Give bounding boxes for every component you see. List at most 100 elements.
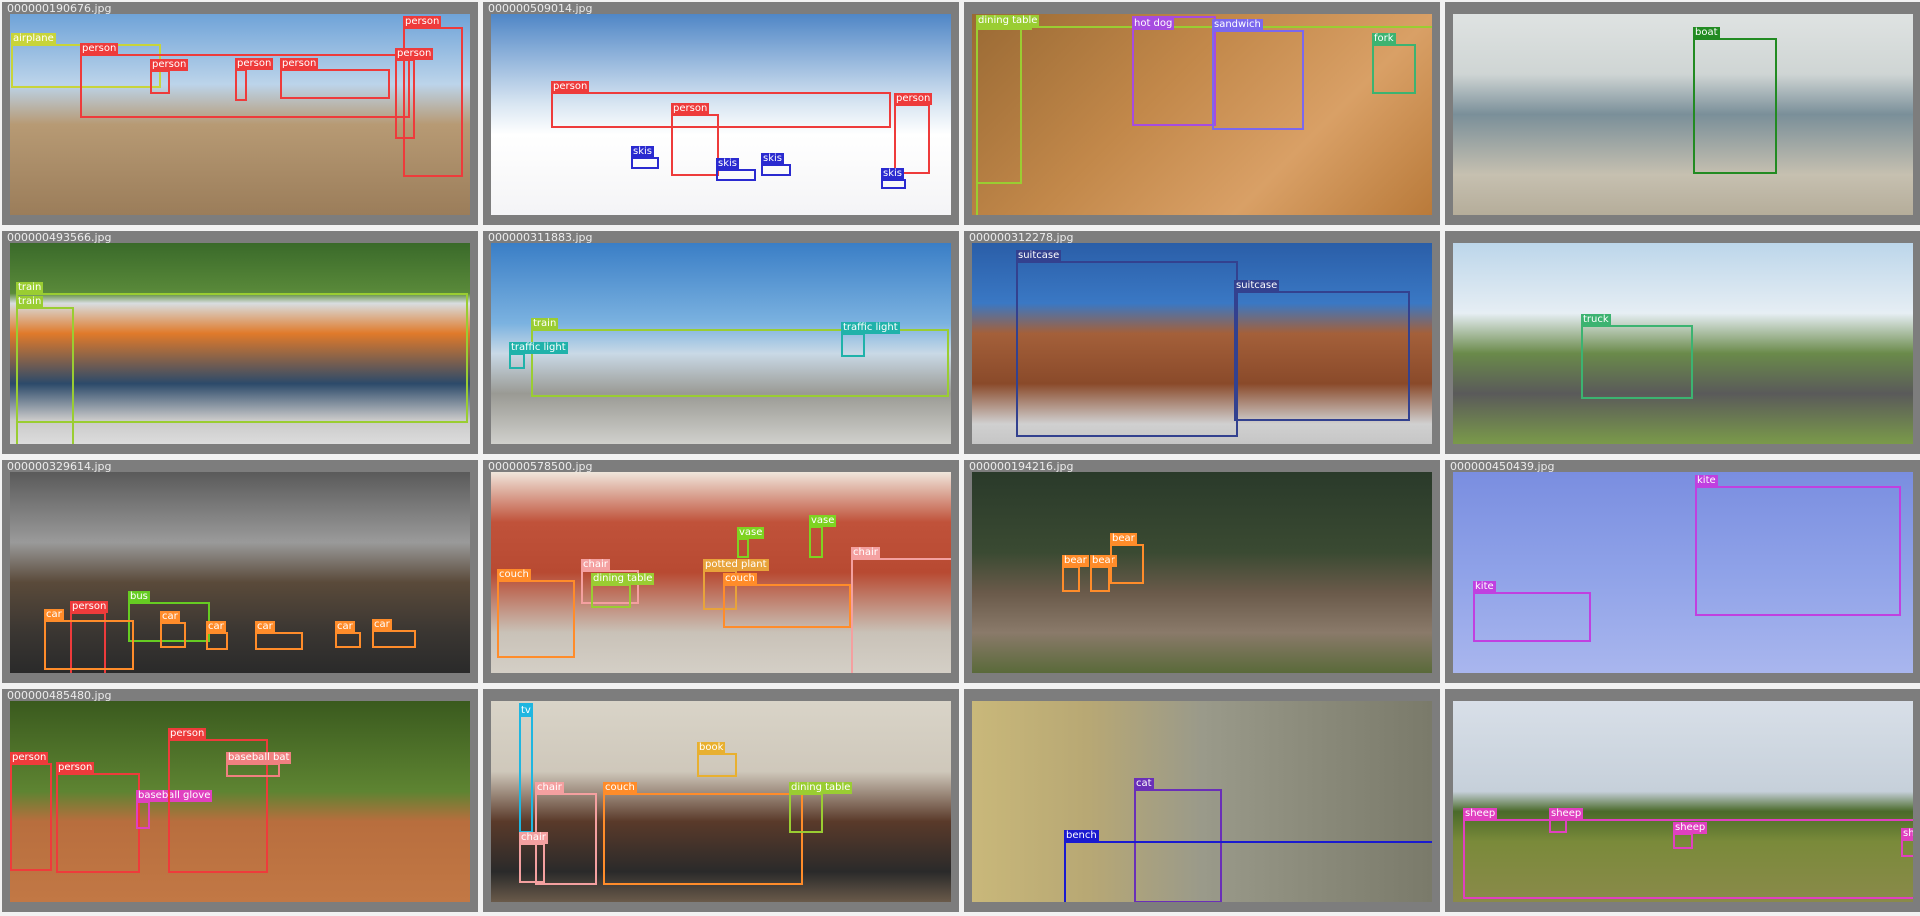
bounding-box: person	[280, 58, 390, 99]
image-preview: suitcase suitcase	[972, 243, 1432, 444]
box-label: car	[255, 621, 275, 633]
bounding-box: suitcase	[1016, 250, 1238, 437]
image-tile[interactable]: bear bear bear 000000194216.jpg	[964, 460, 1440, 683]
bounding-box: traffic light	[509, 342, 568, 369]
box-label: bench	[1064, 830, 1099, 842]
bounding-box: car	[255, 621, 303, 650]
image-preview: wine glassdining tablehot dogsandwichfor…	[972, 14, 1432, 215]
image-tile[interactable]: couch chair dining table vase vase potted pla…	[483, 460, 959, 683]
box-label: suitcase	[1234, 280, 1280, 292]
bounding-box: car	[372, 619, 416, 648]
bounding-box: vase	[809, 515, 837, 558]
box-label: vase	[809, 515, 837, 527]
bounding-box: dining table	[591, 573, 655, 608]
box-label: kite	[1695, 475, 1718, 487]
file-name: 000000312278.jpg	[969, 231, 1074, 244]
box-label: person	[280, 58, 319, 70]
bounding-box: boat	[1693, 27, 1777, 174]
box-label: person	[80, 43, 119, 55]
bounding-box: car	[206, 621, 228, 650]
box-label: train	[531, 318, 559, 330]
image-tile[interactable]: person person baseball glove person baseball…	[2, 689, 478, 912]
box-label: dining table	[976, 15, 1040, 27]
file-name: 000000194216.jpg	[969, 460, 1074, 473]
bounding-box: car	[160, 611, 186, 648]
file-name: 000000311883.jpg	[488, 231, 593, 244]
bounding-box: dining table	[789, 782, 853, 833]
image-tile[interactable]: sheep sheep sheep sheep	[1445, 689, 1920, 912]
image-tile[interactable]: airplane person person person person person pe…	[2, 2, 478, 225]
box-label: car	[160, 611, 180, 623]
image-tile[interactable]: truck	[1445, 231, 1920, 454]
box-label: car	[44, 609, 64, 621]
image-tile[interactable]: tv chair chair couch book dining table	[483, 689, 959, 912]
bounding-box: kite	[1473, 581, 1591, 642]
image-preview: airplane person person person person person pe…	[10, 14, 470, 215]
file-name: 000000509014.jpg	[488, 2, 593, 15]
file-name: 000000485480.jpg	[7, 689, 112, 702]
bounding-box: train	[531, 318, 949, 397]
box-label: couch	[497, 569, 531, 581]
box-label: car	[335, 621, 355, 633]
file-name: 000000329614.jpg	[7, 460, 112, 473]
box-label: chair	[519, 832, 548, 844]
image-tile[interactable]: boat	[1445, 2, 1920, 225]
box-label: person	[551, 81, 590, 93]
box-label: skis	[716, 158, 739, 170]
image-tile[interactable]: suitcase suitcase 000000312278.jpg	[964, 231, 1440, 454]
bounding-box: hot dog	[1132, 16, 1216, 126]
box-label: sandwich	[1212, 19, 1263, 31]
image-tile[interactable]: train traffic light traffic light 000000311…	[483, 231, 959, 454]
box-label: traffic light	[841, 322, 900, 334]
bounding-box: sheep	[1673, 822, 1708, 849]
image-preview: boat	[1453, 14, 1913, 215]
bounding-box: person	[671, 103, 719, 176]
image-preview: train traffic light traffic light	[491, 243, 951, 444]
file-name: 000000578500.jpg	[488, 460, 593, 473]
bounding-box: person	[150, 59, 189, 94]
image-tile[interactable]: bus person car car car car car car 000000329614.…	[2, 460, 478, 683]
bounding-box: couch	[497, 569, 575, 658]
image-tile[interactable]: train train 000000493566.jpg	[2, 231, 478, 454]
image-preview: bear bear bear	[972, 472, 1432, 673]
bounding-box: train	[16, 282, 468, 423]
image-preview: couch chair dining table vase vase potted pla…	[491, 472, 951, 673]
image-tile[interactable]: person person skis skis skis person skis 000000…	[483, 2, 959, 225]
box-label: train	[16, 282, 44, 294]
box-label: skis	[631, 146, 654, 158]
bounding-box: person	[235, 58, 274, 101]
box-label: bus	[128, 591, 150, 603]
image-tile[interactable]: kite kite 000000450439.jpg	[1445, 460, 1920, 683]
box-label: person	[70, 601, 109, 613]
image-preview: tv chair chair couch book dining table	[491, 701, 951, 902]
image-preview: person person baseball glove person baseball…	[10, 701, 470, 902]
box-label: boat	[1693, 27, 1720, 39]
bounding-box: baseball bat	[226, 752, 292, 777]
bounding-box: couch	[603, 782, 803, 885]
box-label: couch	[723, 573, 757, 585]
box-label: dining table	[591, 573, 655, 585]
detection-grid: airplane person person person person person pe…	[0, 0, 1920, 916]
box-label: fork	[1372, 33, 1396, 45]
image-tile[interactable]: cat bench	[964, 689, 1440, 912]
box-label: cat	[1134, 778, 1154, 790]
box-label: potted plant	[703, 559, 769, 571]
box-label: kite	[1473, 581, 1496, 593]
image-tile[interactable]: wine glassdining tablehot dogsandwichfor…	[964, 2, 1440, 225]
file-name: 000000493566.jpg	[7, 231, 112, 244]
bounding-box: person	[56, 762, 140, 873]
box-label: person	[894, 93, 933, 105]
image-preview: bus person car car car car car car	[10, 472, 470, 673]
box-label: person	[168, 728, 207, 740]
bounding-box: person	[894, 93, 933, 174]
box-label: sheep	[1463, 808, 1498, 820]
box-label: dining table	[789, 782, 853, 794]
box-label: suitcase	[1016, 250, 1062, 262]
image-preview: truck	[1453, 243, 1913, 444]
box-label: book	[697, 742, 726, 754]
bounding-box: bear	[1062, 555, 1089, 592]
box-label: person	[235, 58, 274, 70]
box-label: chair	[535, 782, 564, 794]
box-label: truck	[1581, 314, 1611, 326]
image-preview: kite kite	[1453, 472, 1913, 673]
